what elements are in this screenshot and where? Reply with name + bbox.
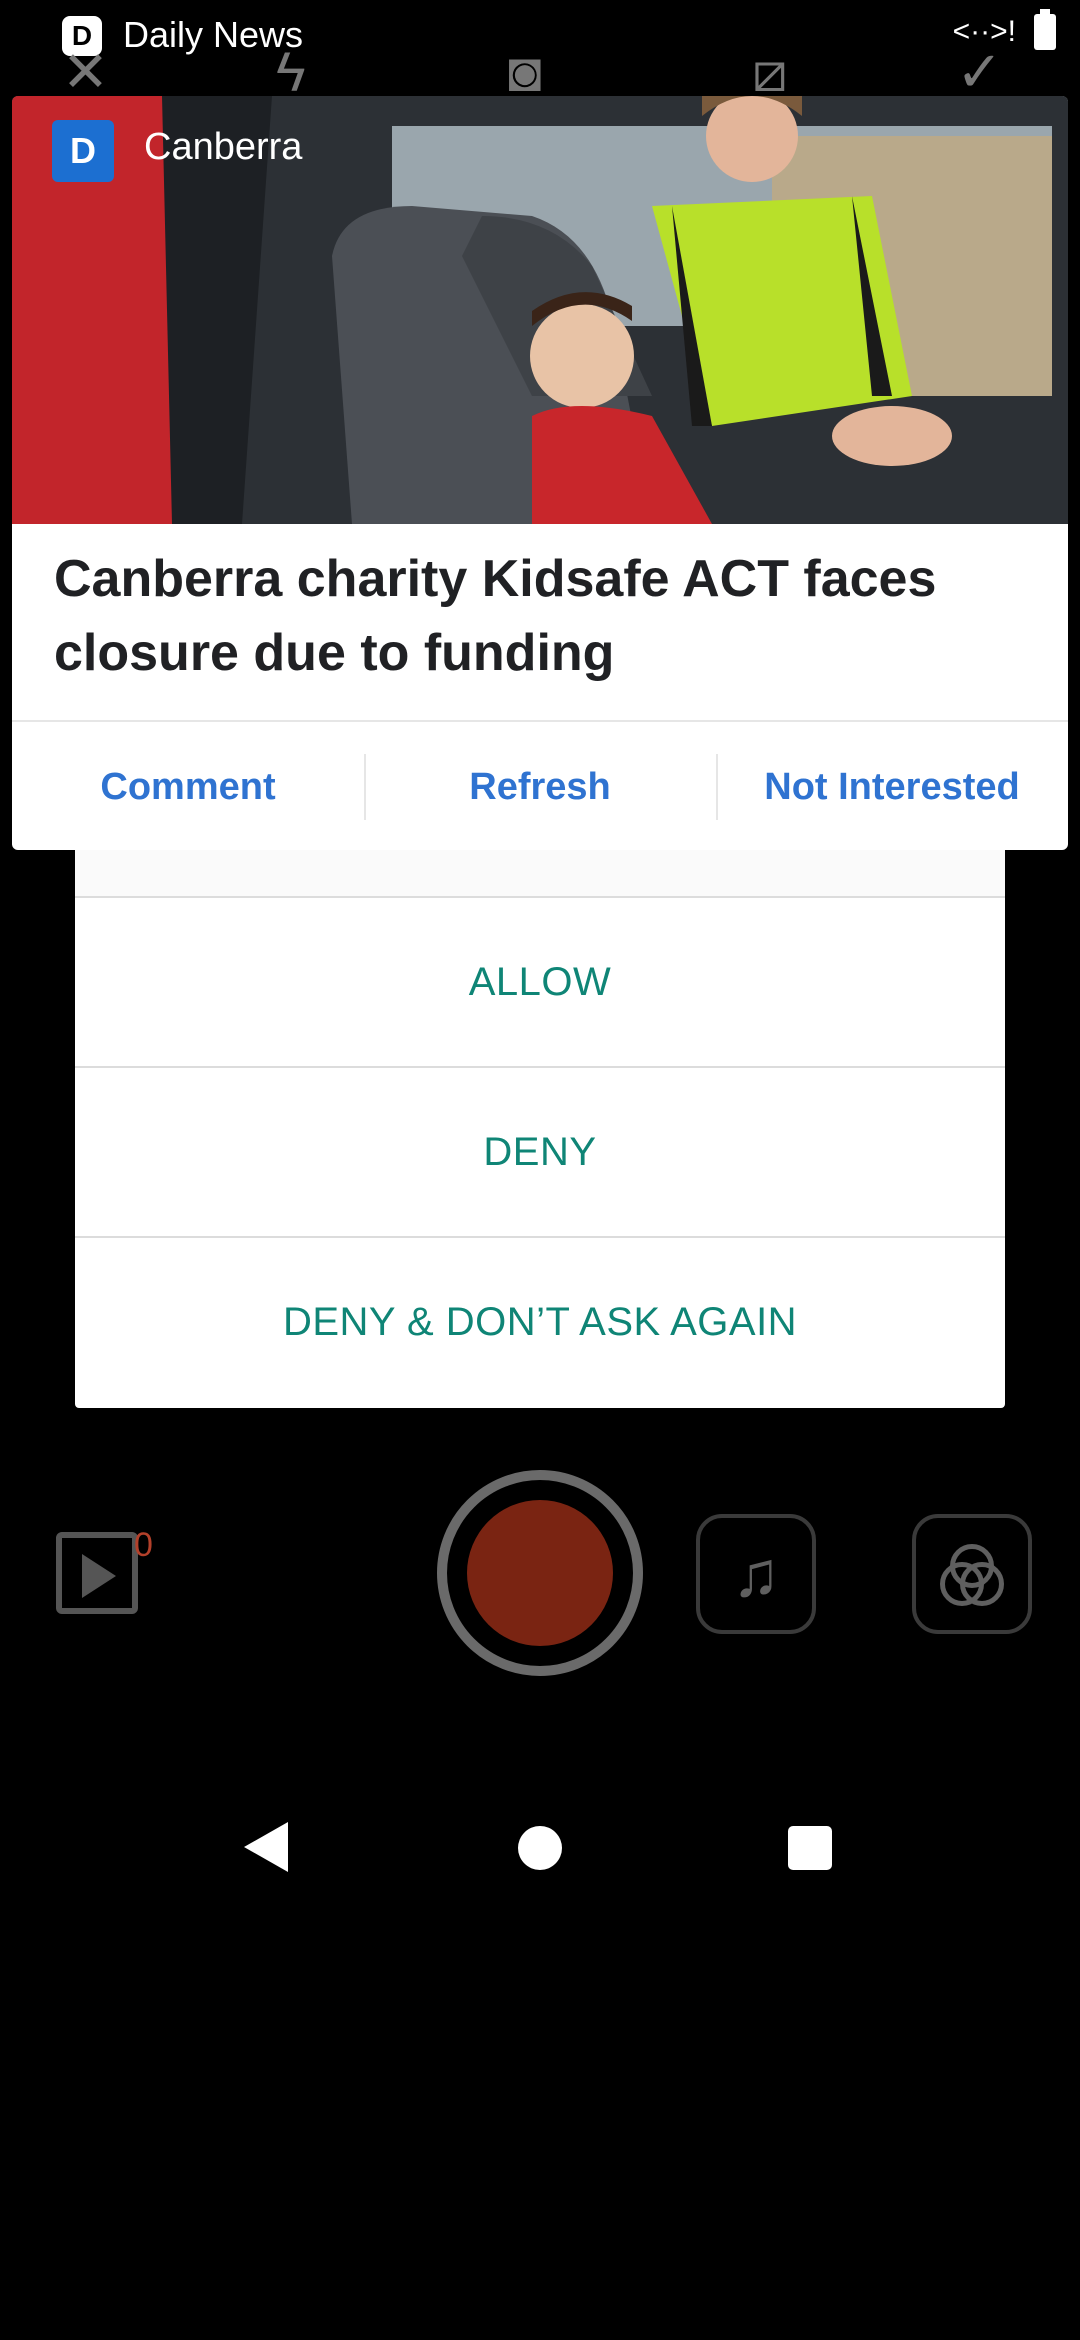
back-icon[interactable] [244, 1822, 288, 1872]
deny-button[interactable]: DENY [75, 1068, 1005, 1238]
gallery-count: 0 [134, 1526, 153, 1564]
camera-top-toolbar: ✕ ϟ ◙ ⧄ ✓ [0, 42, 1080, 102]
news-source-label: Canberra [144, 126, 303, 168]
news-notification-card[interactable]: D Canberra Canberra charity Kidsafe ACT … [12, 96, 1068, 850]
play-icon [82, 1554, 116, 1598]
news-source-logo: D [52, 120, 114, 182]
permission-dialog-header [75, 850, 1005, 898]
flash-off-icon[interactable]: ⧄ [752, 42, 788, 102]
allow-button[interactable]: ALLOW [75, 898, 1005, 1068]
permission-dialog: ALLOW DENY DENY & DON’T ASK AGAIN [75, 850, 1005, 1408]
record-button[interactable] [467, 1500, 613, 1646]
music-button[interactable]: ♫ [696, 1514, 816, 1634]
deny-dont-ask-again-button[interactable]: DENY & DON’T ASK AGAIN [75, 1238, 1005, 1406]
not-interested-button[interactable]: Not Interested [716, 722, 1068, 850]
refresh-button[interactable]: Refresh [364, 722, 716, 850]
home-icon[interactable] [518, 1826, 562, 1870]
news-photo: D Canberra [12, 96, 1068, 524]
recents-icon[interactable] [788, 1826, 832, 1870]
comment-button[interactable]: Comment [12, 722, 364, 850]
camera-icon[interactable]: ◙ [508, 42, 542, 102]
notification-actions: Comment Refresh Not Interested [12, 720, 1068, 850]
check-icon[interactable]: ✓ [956, 42, 1003, 102]
music-note-icon: ♫ [732, 1538, 780, 1610]
close-icon[interactable]: ✕ [62, 42, 109, 102]
news-headline[interactable]: Canberra charity Kidsafe ACT faces closu… [54, 542, 1034, 690]
effects-circles-icon [940, 1544, 1004, 1606]
effects-button[interactable] [912, 1514, 1032, 1634]
video-gallery-icon[interactable] [56, 1532, 138, 1614]
flash-icon[interactable]: ϟ [276, 42, 306, 102]
